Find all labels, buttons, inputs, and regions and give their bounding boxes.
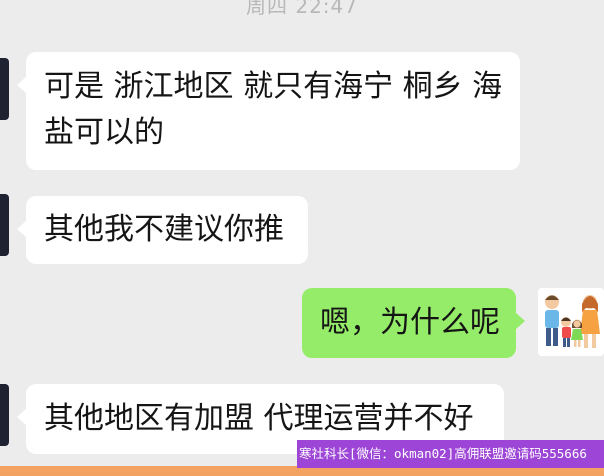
message-bubble[interactable]: 其他我不建议你推	[17, 196, 308, 264]
message-text: 嗯，为什么呢	[320, 305, 500, 340]
message-timestamp: 周四 22:47	[246, 0, 358, 18]
contact-avatar[interactable]	[0, 384, 9, 446]
contact-avatar[interactable]	[0, 58, 9, 120]
message-text: 其他地区有加盟 代理运营并不好	[44, 401, 474, 436]
family-cartoon-avatar-icon	[538, 288, 604, 356]
message-bubble[interactable]: 可是 浙江地区 就只有海宁 桐乡 海 盐可以的	[17, 52, 520, 170]
message-text: 盐可以的	[44, 115, 164, 150]
message-bubble[interactable]: 嗯，为什么呢	[302, 288, 525, 358]
watermark-banner: 寒社科长[微信：okman02]高佣联盟邀请码555666	[297, 440, 604, 468]
my-avatar[interactable]	[538, 288, 604, 356]
message-text: 其他我不建议你推	[44, 212, 284, 247]
message-text: 可是 浙江地区 就只有海宁 桐乡 海	[44, 69, 503, 104]
contact-avatar[interactable]	[0, 194, 9, 256]
